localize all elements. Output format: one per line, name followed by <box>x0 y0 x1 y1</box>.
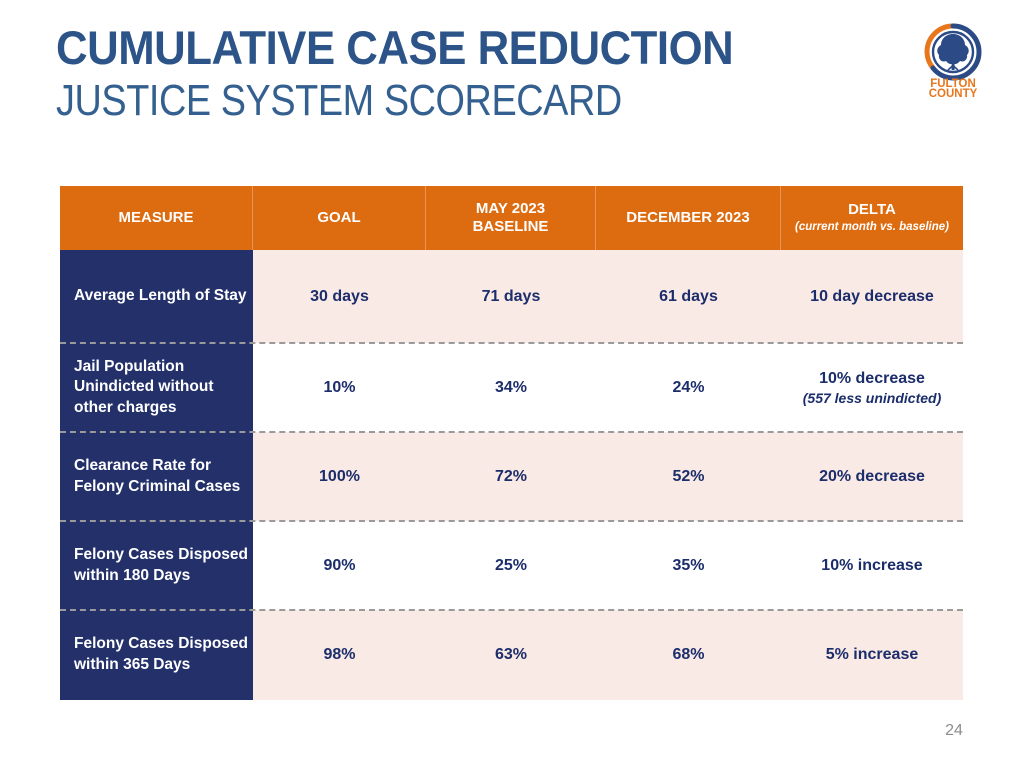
cell-baseline: 34% <box>426 343 596 432</box>
table-row: Clearance Rate for Felony Criminal Cases… <box>60 431 963 521</box>
cell-measure: Average Length of Stay <box>60 250 253 343</box>
cell-delta-main: 20% decrease <box>819 467 925 485</box>
cell-delta: 10% increase <box>781 521 963 610</box>
cell-goal: 10% <box>253 343 426 432</box>
cell-measure: Felony Cases Disposed within 180 Days <box>60 521 253 610</box>
cell-delta: 5% increase <box>781 610 963 700</box>
cell-december: 68% <box>596 610 781 700</box>
table-row: Felony Cases Disposed within 180 Days 90… <box>60 520 963 610</box>
cell-baseline: 25% <box>426 521 596 610</box>
cell-december: 61 days <box>596 250 781 343</box>
table-header-row: MEASURE GOAL MAY 2023 BASELINE DECEMBER … <box>60 186 963 250</box>
cell-measure: Felony Cases Disposed within 365 Days <box>60 610 253 700</box>
page-title: CUMULATIVE CASE REDUCTION <box>56 21 734 74</box>
column-header-baseline: MAY 2023 BASELINE <box>426 186 596 250</box>
cell-goal: 30 days <box>253 250 426 343</box>
cell-goal: 100% <box>253 432 426 521</box>
cell-december: 24% <box>596 343 781 432</box>
cell-delta: 10% decrease (557 less unindicted) <box>781 343 963 432</box>
table-row: Jail Population Unindicted without other… <box>60 342 963 432</box>
scorecard-table: MEASURE GOAL MAY 2023 BASELINE DECEMBER … <box>60 186 963 700</box>
cell-december: 52% <box>596 432 781 521</box>
cell-delta-main: 10 day decrease <box>810 287 934 305</box>
column-header-measure: MEASURE <box>60 186 253 250</box>
cell-delta: 10 day decrease <box>781 250 963 343</box>
column-header-delta-label: DELTA <box>848 201 896 219</box>
cell-goal: 90% <box>253 521 426 610</box>
cell-baseline: 71 days <box>426 250 596 343</box>
column-header-goal: GOAL <box>253 186 426 250</box>
slide: CUMULATIVE CASE REDUCTION JUSTICE SYSTEM… <box>0 0 1024 768</box>
column-header-baseline-label: MAY 2023 BASELINE <box>472 199 549 235</box>
cell-december: 35% <box>596 521 781 610</box>
cell-delta-sub: (557 less unindicted) <box>802 389 942 406</box>
cell-goal: 98% <box>253 610 426 700</box>
cell-delta-main: 5% increase <box>825 646 919 663</box>
title-block: CUMULATIVE CASE REDUCTION JUSTICE SYSTEM… <box>56 21 816 125</box>
cell-delta-main: 10% decrease <box>819 369 925 387</box>
table-row: Average Length of Stay 30 days 71 days 6… <box>60 250 963 343</box>
column-header-delta-sublabel: (current month vs. baseline) <box>794 220 949 233</box>
cell-measure: Jail Population Unindicted without other… <box>60 343 253 432</box>
cell-baseline: 72% <box>426 432 596 521</box>
cell-delta: 20% decrease <box>781 432 963 521</box>
cell-delta-main: 10% increase <box>821 556 923 574</box>
table-row: Felony Cases Disposed within 365 Days 98… <box>60 609 963 700</box>
logo-line2: COUNTY <box>929 88 978 98</box>
fulton-county-logo: FULTON COUNTY <box>921 20 985 98</box>
cell-baseline: 63% <box>426 610 596 700</box>
column-header-delta: DELTA (current month vs. baseline) <box>781 186 963 250</box>
fulton-county-logo-icon: FULTON COUNTY <box>921 20 985 98</box>
column-header-december: DECEMBER 2023 <box>596 186 781 250</box>
page-subtitle: JUSTICE SYSTEM SCORECARD <box>56 75 622 125</box>
cell-measure: Clearance Rate for Felony Criminal Cases <box>60 432 253 521</box>
page-number: 24 <box>945 722 963 739</box>
